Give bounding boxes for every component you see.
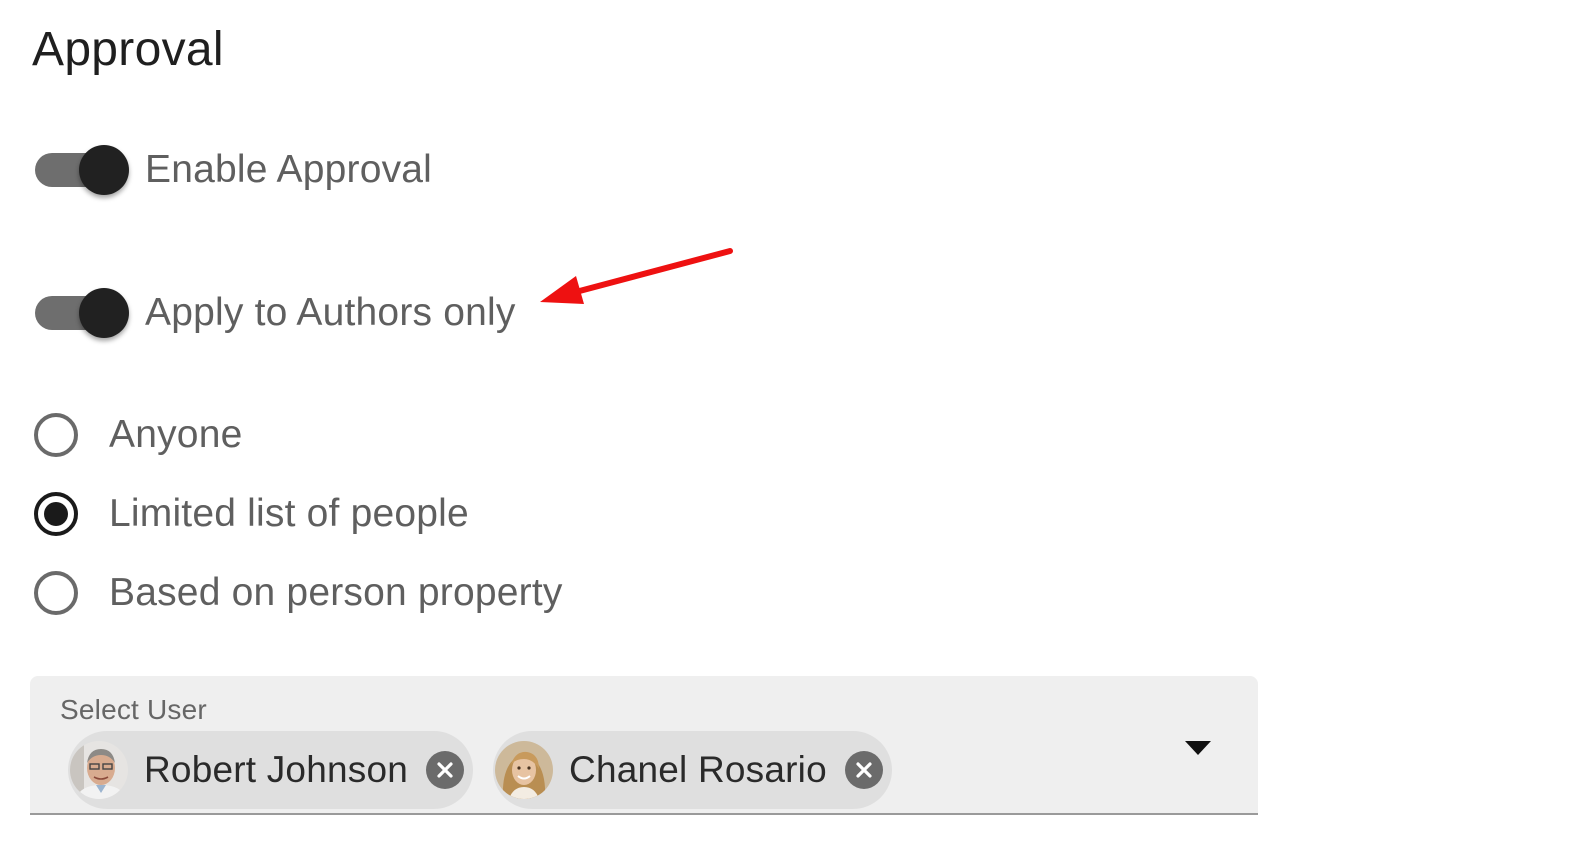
caret-down-icon[interactable] — [1185, 741, 1211, 757]
man-avatar-icon — [70, 741, 128, 799]
user-chip-robert-johnson[interactable]: Robert Johnson — [68, 731, 474, 809]
remove-chip-close-icon[interactable] — [426, 751, 465, 789]
select-user-field[interactable]: Select User Robert Johnson Chanel Rosari… — [30, 676, 1258, 815]
radio-limited-list[interactable]: Limited list of people — [34, 488, 469, 540]
enable-approval-toggle[interactable] — [34, 142, 129, 198]
radio-person-property[interactable]: Based on person property — [34, 567, 563, 619]
select-user-label: Select User — [60, 694, 207, 725]
radio-label-limited-list: Limited list of people — [109, 492, 469, 535]
authors-only-row: Apply to Authors only — [34, 285, 516, 341]
chip-name: Robert Johnson — [144, 749, 409, 790]
selected-user-chips: Robert Johnson Chanel Rosario — [68, 731, 912, 809]
red-arrow-annotation-icon — [540, 248, 733, 304]
radio-button[interactable] — [34, 571, 78, 615]
toggle-thumb — [79, 145, 129, 195]
user-chip-chanel-rosario[interactable]: Chanel Rosario — [493, 731, 892, 809]
radio-anyone[interactable]: Anyone — [34, 409, 242, 461]
chip-name: Chanel Rosario — [569, 749, 827, 790]
page-title: Approval — [32, 23, 224, 76]
enable-approval-row: Enable Approval — [34, 142, 432, 198]
woman-avatar-icon — [495, 741, 554, 799]
remove-chip-close-icon[interactable] — [844, 751, 883, 789]
toggle-thumb — [79, 288, 129, 338]
authors-only-toggle[interactable] — [34, 285, 129, 341]
authors-only-label: Apply to Authors only — [145, 291, 516, 334]
radio-label-person-property: Based on person property — [109, 571, 563, 614]
radio-button[interactable] — [34, 413, 78, 457]
radio-button-checked[interactable] — [34, 492, 78, 536]
radio-label-anyone: Anyone — [109, 413, 243, 456]
enable-approval-label: Enable Approval — [145, 148, 433, 191]
